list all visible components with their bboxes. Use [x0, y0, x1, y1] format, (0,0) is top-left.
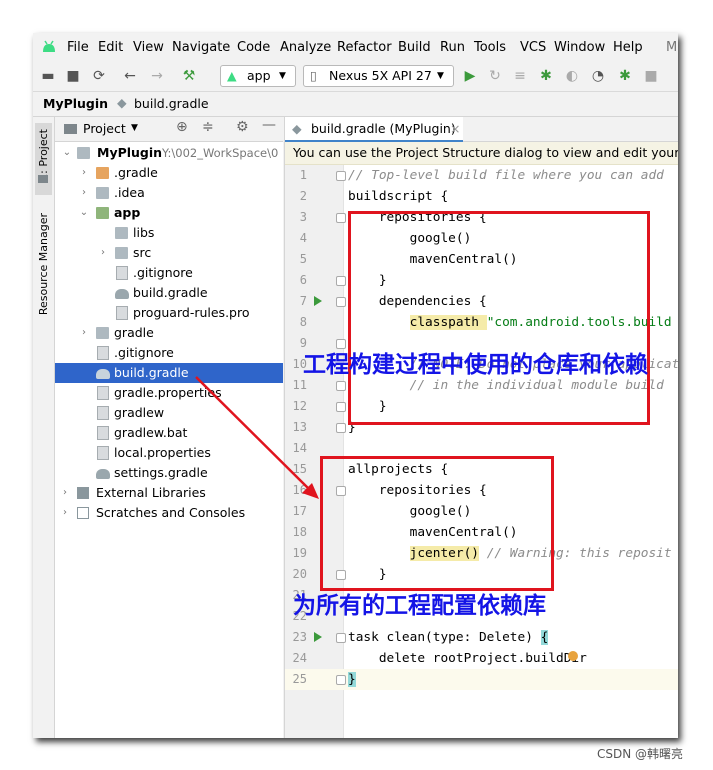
watermark: CSDN @韩曙亮	[597, 747, 684, 761]
annotation-arrow	[195, 376, 319, 499]
